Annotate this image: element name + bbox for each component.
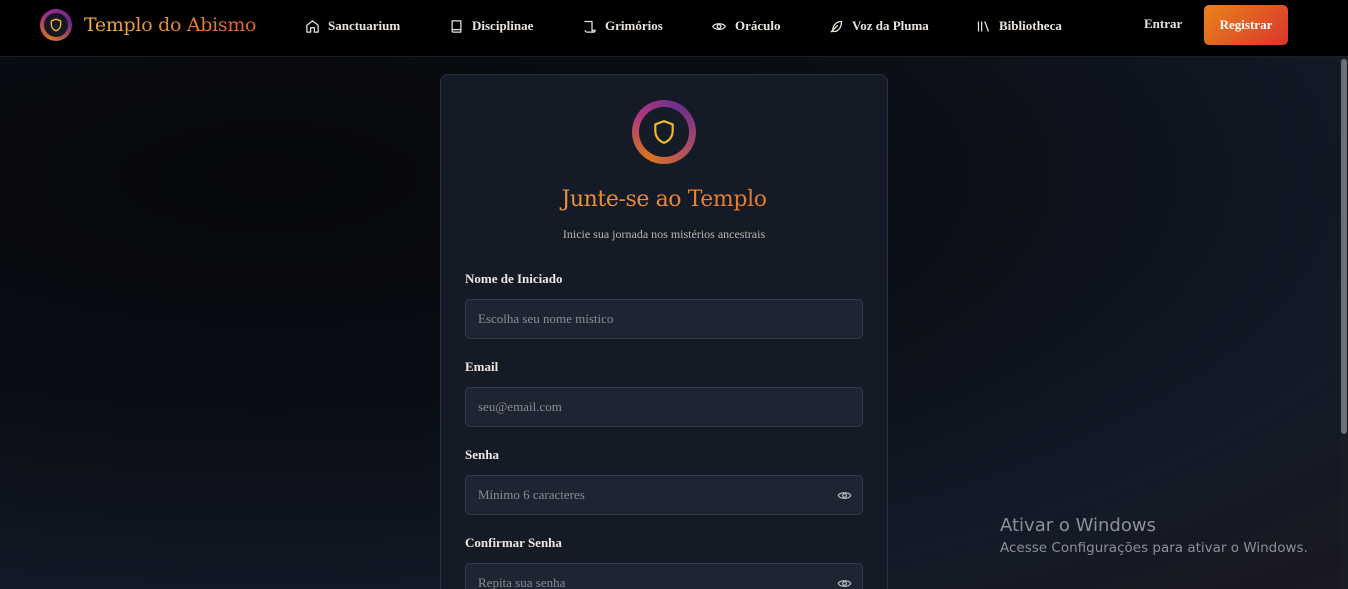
nav-item-label: Oráculo [735,18,781,33]
shield-icon [50,18,62,32]
shield-icon [654,120,674,144]
nav-item-bibliotheca[interactable]: Bibliotheca [976,16,1062,36]
confirm-password-label: Confirmar Senha [465,535,562,550]
login-link[interactable]: Entrar [1144,16,1182,32]
card-subtitle: Inicie sua jornada nos mistérios ancestr… [562,227,766,241]
eye-icon [837,579,851,587]
brand-title: Templo do Abismo [84,14,257,36]
brand-logo [40,9,72,41]
nav-item-label: Disciplinae [472,18,534,33]
nav-item-label: Sanctuarium [328,18,401,33]
nav-item-grimorios[interactable]: Grimórios [582,16,663,36]
scroll-icon [584,20,596,33]
windows-activation-subtitle: Acesse Configurações para ativar o Windo… [1000,540,1308,556]
password-label: Senha [465,447,499,462]
book-icon [451,19,462,33]
home-icon [306,19,319,33]
register-button[interactable]: Registrar [1204,5,1288,45]
nav-item-oraculo[interactable]: Oráculo [711,16,781,36]
library-icon [977,20,990,32]
nav-item-label: Bibliotheca [999,18,1062,33]
nav-item-label: Voz da Pluma [852,18,929,33]
email-label: Email [465,359,499,374]
brand-link[interactable]: Templo do Abismo [40,9,256,41]
nav-item-label: Grimórios [605,18,663,33]
scrollbar-thumb[interactable] [1341,59,1347,434]
card-title: Junte-se ao Templo [441,187,887,212]
eye-icon [712,22,726,30]
nav-item-disciplinae[interactable]: Disciplinae [449,16,533,36]
nav-item-voz-da-pluma[interactable]: Voz da Pluma [829,16,929,36]
eye-icon [837,491,851,499]
card-emblem [632,100,696,164]
windows-activation-title: Ativar o Windows [1000,515,1156,536]
register-card: Junte-se ao Templo Inicie sua jornada no… [440,74,888,589]
password-input[interactable] [465,475,863,515]
initiate-name-label: Nome de Iniciado [465,271,563,286]
toggle-confirm-password-visibility[interactable] [836,575,852,589]
initiate-name-input[interactable] [465,299,863,339]
email-input[interactable] [465,387,863,427]
nav-item-sanctuarium[interactable]: Sanctuarium [305,16,400,36]
confirm-password-input[interactable] [465,563,863,589]
page-scrollbar[interactable] [1340,57,1348,589]
toggle-password-visibility[interactable] [836,487,852,503]
top-navbar: Templo do Abismo Sanctuarium Disciplinae… [0,0,1348,57]
feather-icon [830,20,843,33]
